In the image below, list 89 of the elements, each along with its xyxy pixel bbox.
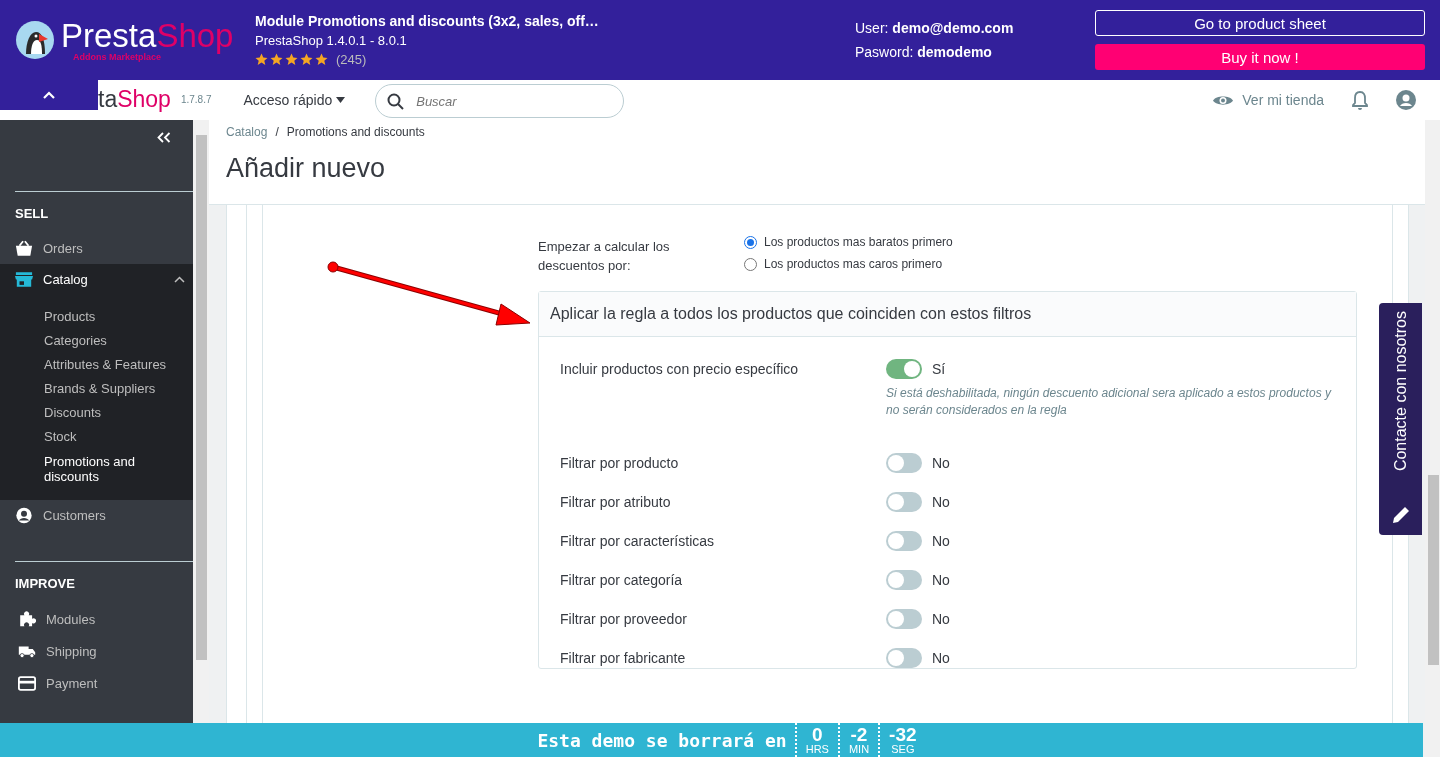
demo-credential: User: demo@demo.com [855, 20, 1015, 36]
nav-item[interactable]: Orders [0, 233, 193, 264]
toggle-switch[interactable] [886, 492, 922, 512]
module-title: Module Promotions and discounts (3x2, sales, off… [255, 13, 600, 29]
quick-access-menu[interactable]: Acceso rápido [243, 92, 346, 108]
field-label: Filtrar por categoría [560, 571, 684, 590]
countdown-unit: HRS [805, 744, 829, 755]
panel-title: Aplicar la regla a todos los productos que coinciden con estos filtros [550, 305, 1032, 323]
pencil-icon [1390, 505, 1411, 525]
toggle-switch[interactable] [886, 453, 922, 473]
nav-section-title: IMPROVE [15, 576, 76, 591]
countdown-message: Esta demo se borrará en [537, 729, 787, 751]
field-label: Filtrar por características [560, 532, 716, 551]
nav-item[interactable]: Customers [0, 500, 193, 531]
nav-subitem[interactable]: Attributes & Features [44, 353, 193, 377]
caret-icon[interactable] [174, 276, 185, 283]
account-icon[interactable] [1396, 90, 1416, 110]
nav-label: Catalog [43, 272, 88, 287]
nav-label: Shipping [46, 643, 97, 659]
nav-subitem[interactable]: Brands & Suppliers [44, 377, 193, 401]
radio-option[interactable]: Los productos mas caros primero [744, 257, 953, 271]
countdown-value: -2 [850, 725, 868, 744]
countdown-unit: MIN [848, 744, 870, 755]
basket-icon [15, 240, 33, 257]
toggle-switch[interactable] [886, 359, 922, 379]
logo-tagline: Addons Marketplace [73, 52, 162, 62]
brand-logo-text: PrestaShop [61, 18, 234, 52]
nav-item[interactable]: Shipping [0, 635, 193, 667]
credit-card-icon [18, 674, 36, 692]
notifications-icon[interactable] [1352, 90, 1368, 110]
toggle-switch[interactable] [886, 648, 922, 668]
user-circle-icon [15, 507, 33, 524]
product-sheet-button[interactable]: Go to product sheet [1095, 10, 1425, 36]
toggle-switch[interactable] [886, 531, 922, 551]
view-store-link[interactable]: Ver mi tienda [1213, 92, 1324, 108]
toggle-state-text: No [932, 455, 950, 471]
nav-subitem[interactable]: Categories [44, 329, 193, 353]
toggle-state-text: No [932, 650, 950, 666]
toggle-state-text: No [932, 533, 950, 549]
nav-subitem[interactable]: Discounts [44, 401, 193, 425]
search-field[interactable]: Buscar [375, 84, 625, 118]
nav-label: Modules [46, 611, 96, 627]
nav-label: Customers [43, 508, 106, 523]
nav-subitem[interactable]: Promotions and discounts [44, 449, 144, 484]
store-icon [15, 271, 33, 288]
radio-option[interactable]: Los productos mas baratos primero [744, 235, 953, 249]
nav-label: Orders [43, 241, 83, 256]
search-icon [387, 93, 405, 110]
collapse-banner-button[interactable] [0, 80, 98, 110]
eye-icon [1213, 93, 1234, 107]
review-count: (245) [336, 52, 367, 67]
nav-subitem[interactable]: Stock [44, 425, 193, 449]
page-title: Añadir nuevo [226, 153, 387, 184]
toggle-state-text: No [932, 611, 950, 627]
countdown-unit: SEG [891, 744, 915, 755]
puzzle-icon [18, 610, 36, 628]
caret-icon [336, 97, 346, 103]
nav-subitem[interactable]: Products [44, 305, 193, 329]
toggle-switch[interactable] [886, 570, 922, 590]
shop-logo-text: taShop [98, 86, 171, 113]
demo-credential: Pasword: demodemo [855, 44, 993, 60]
help-text: Si está deshabilitada, ningún descuento adicional sera aplicado a estos productos y no serán considerados en la regla [886, 385, 1333, 419]
breadcrumb-link[interactable]: Catalog [226, 125, 268, 139]
nav-section-title: SELL [15, 206, 50, 221]
field-label: Filtrar por fabricante [560, 649, 687, 668]
version-range: PrestaShop 1.4.0.1 - 8.0.1 [255, 33, 408, 48]
field-label: Filtrar por atributo [560, 493, 672, 512]
toggle-state-text: No [932, 572, 950, 588]
field-label: Filtrar por proveedor [560, 610, 688, 629]
nav-item[interactable]: Catalog [0, 264, 193, 295]
field-label: Filtrar por producto [560, 454, 680, 473]
countdown-value: 0 [812, 725, 823, 744]
toggle-switch[interactable] [886, 609, 922, 629]
contact-tab[interactable]: Contacte con nosotros [1379, 303, 1422, 535]
field-label: Incluir productos con precio específico [560, 360, 800, 379]
toggle-state-text: Sí [932, 361, 946, 377]
collapse-sidebar-icon[interactable] [157, 132, 171, 143]
toggle-state-text: No [932, 494, 950, 510]
bird-logo-icon [15, 20, 55, 60]
version-number: 1.7.8.7 [180, 94, 212, 105]
nav-item[interactable]: Modules [0, 603, 193, 635]
breadcrumb-separator: / [275, 125, 279, 139]
nav-item[interactable]: Payment [0, 667, 193, 699]
nav-label: Payment [46, 675, 98, 691]
buy-button[interactable]: Buy it now ! [1095, 44, 1425, 70]
countdown-value: -32 [889, 725, 917, 744]
chevron-up-icon [43, 91, 55, 99]
field-label: Empezar a calcular los descuentos por: [538, 238, 671, 275]
breadcrumb-link[interactable]: Promotions and discounts [286, 125, 425, 139]
